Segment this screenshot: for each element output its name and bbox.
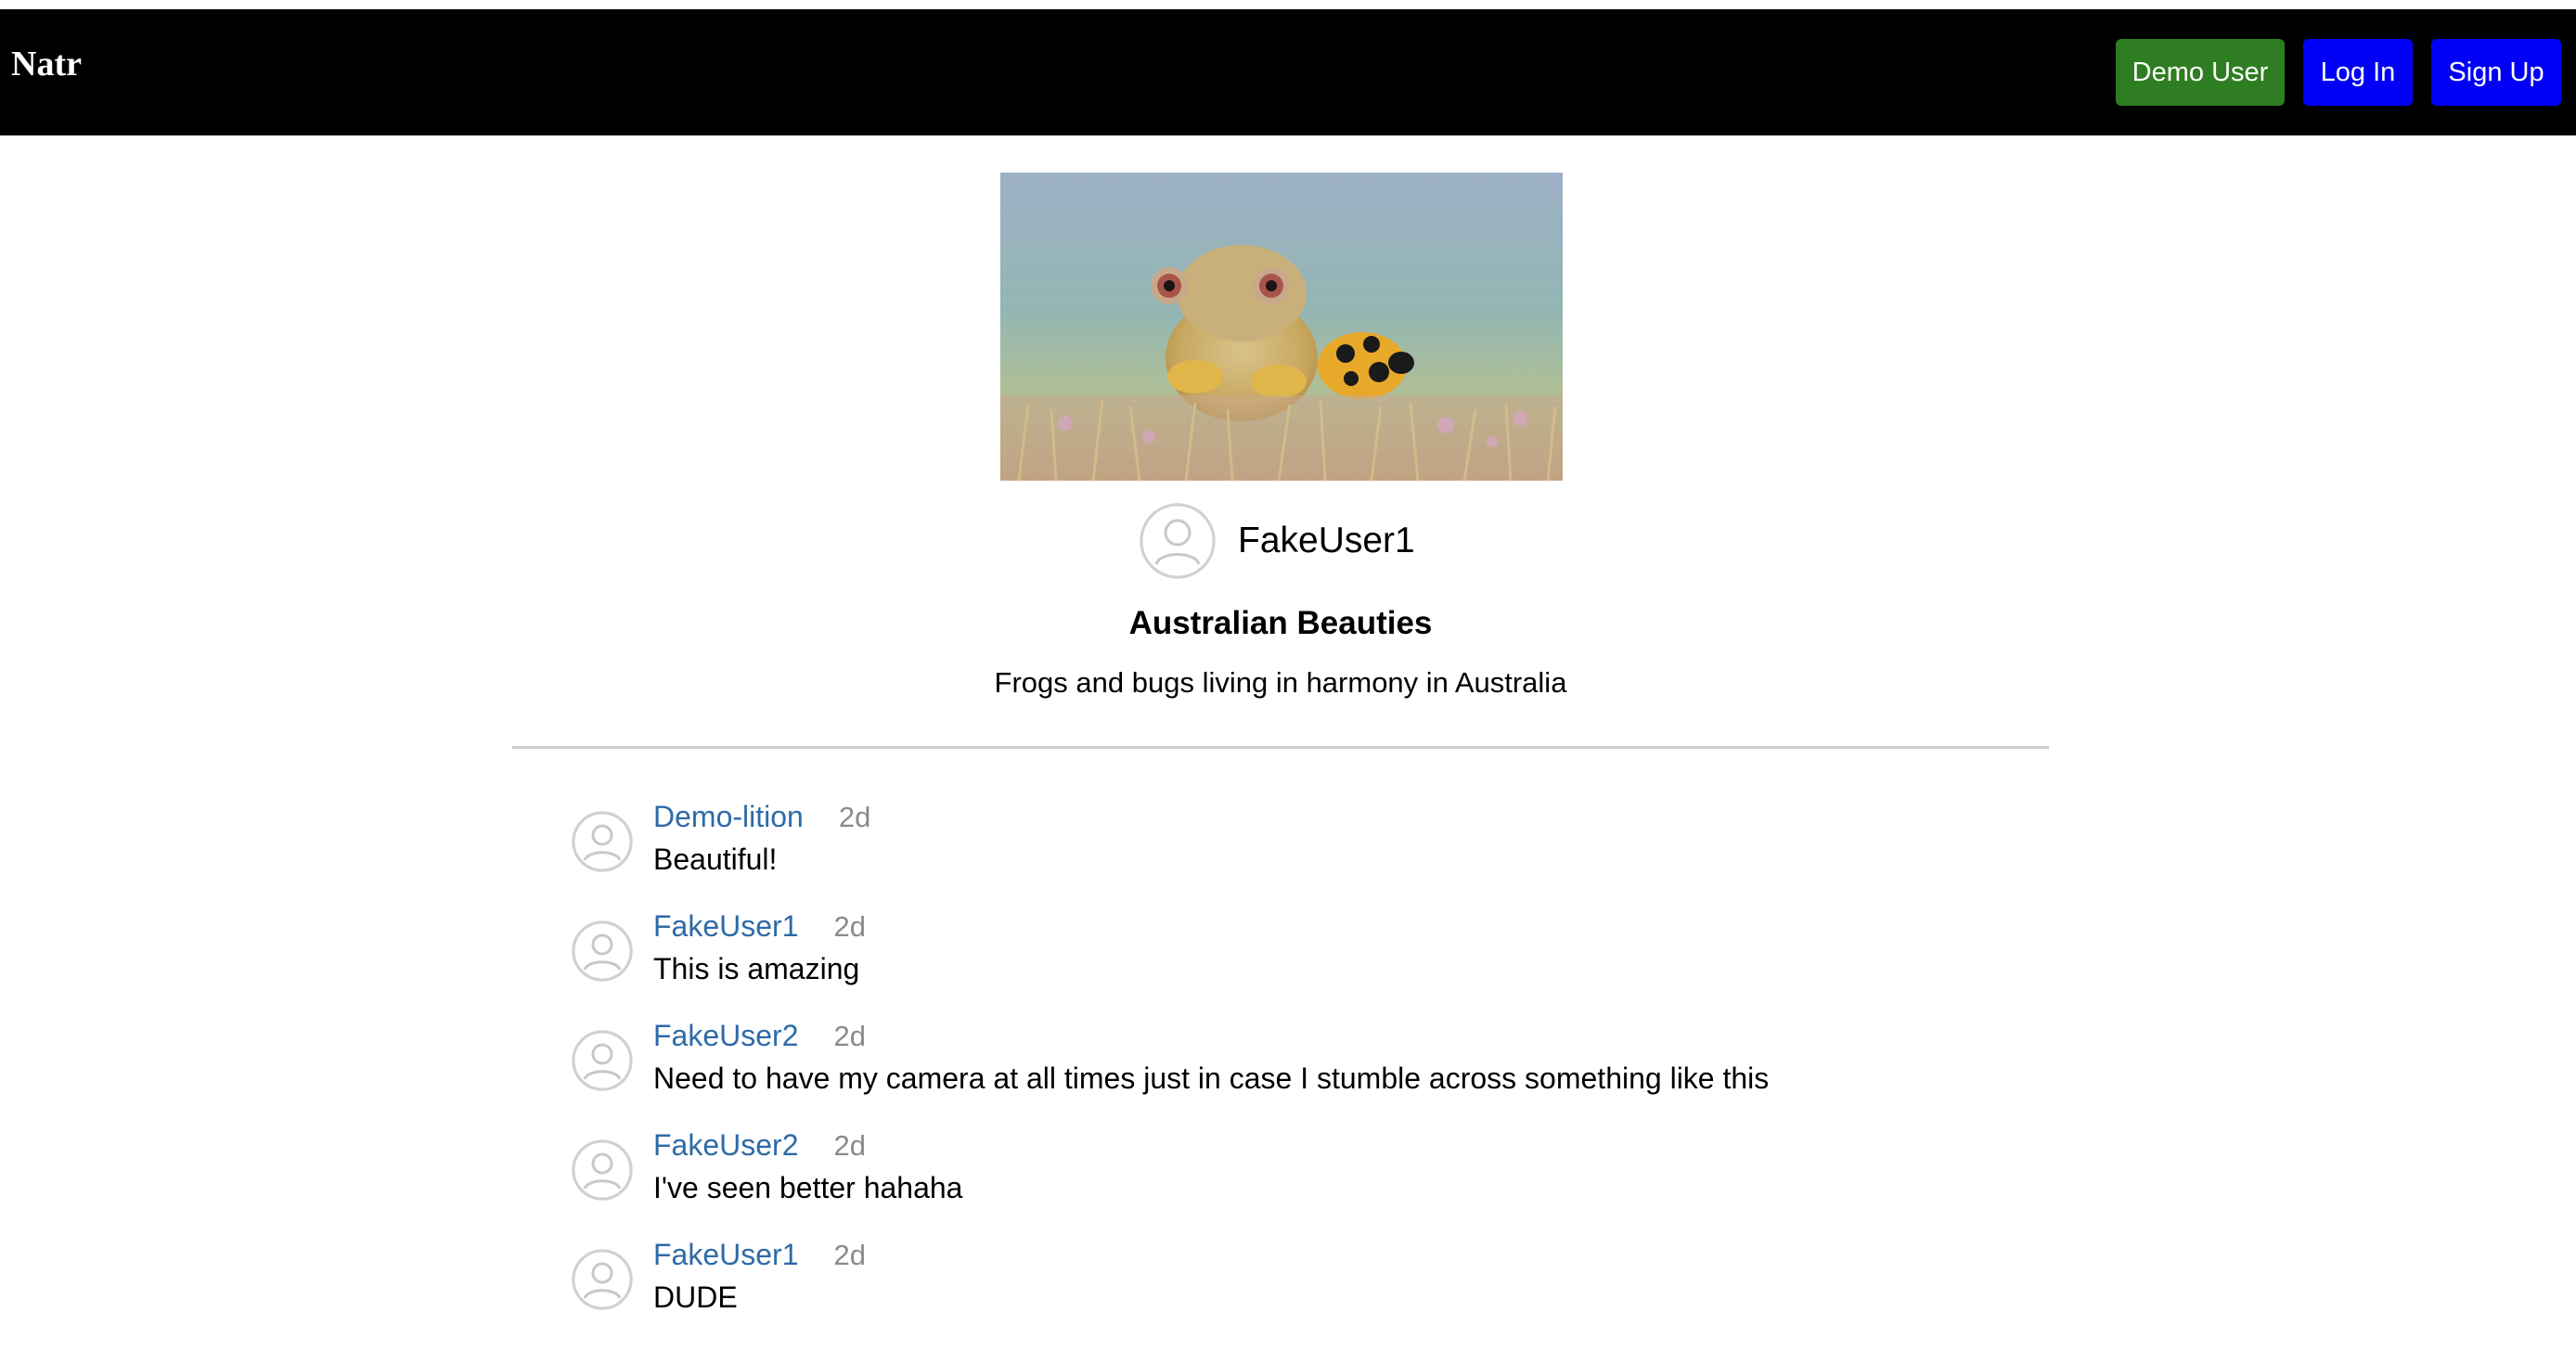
navbar: Natr Demo User Log In Sign Up <box>0 9 2576 135</box>
comment-timestamp: 2d <box>833 1020 866 1052</box>
comment-timestamp: 2d <box>833 1239 866 1271</box>
user-avatar-icon[interactable] <box>572 920 633 982</box>
comment-item: FakeUser2 2d Need to have my camera at al… <box>572 1019 2242 1128</box>
user-avatar-icon[interactable] <box>572 1030 633 1091</box>
comments-list: Demo-lition 2d Beautiful! FakeUser1 2d Thi… <box>572 800 2242 1347</box>
frog-and-ladybug-photo <box>1000 173 1563 481</box>
comment-timestamp: 2d <box>833 910 866 943</box>
user-avatar-icon[interactable] <box>1140 503 1216 579</box>
comment-item: FakeUser1 2d This is amazing <box>572 909 2242 1019</box>
comment-text: This is amazing <box>653 952 860 985</box>
user-avatar-icon[interactable] <box>572 1249 633 1310</box>
comment-item: FakeUser2 2d I've seen better hahaha <box>572 1128 2242 1238</box>
comment-text: Beautiful! <box>653 843 778 876</box>
user-avatar-icon[interactable] <box>572 811 633 872</box>
comment-text: DUDE <box>653 1280 738 1314</box>
sign-up-button[interactable]: Sign Up <box>2431 39 2561 106</box>
comment-item: Demo-lition 2d Beautiful! <box>572 800 2242 909</box>
log-in-button[interactable]: Log In <box>2303 39 2413 106</box>
comment-item: FakeUser1 2d DUDE <box>572 1238 2242 1347</box>
user-avatar-icon[interactable] <box>572 1139 633 1201</box>
comment-username[interactable]: FakeUser2 2d <box>653 1128 866 1163</box>
post-description: Frogs and bugs living in harmony in Aust… <box>994 666 1567 699</box>
comment-text: Need to have my camera at all times just… <box>653 1062 1770 1095</box>
comment-username[interactable]: FakeUser2 2d <box>653 1019 866 1053</box>
comment-timestamp: 2d <box>838 801 871 833</box>
comment-username[interactable]: FakeUser1 2d <box>653 909 866 944</box>
comment-timestamp: 2d <box>833 1129 866 1162</box>
demo-user-button[interactable]: Demo User <box>2116 39 2285 106</box>
page: Natr Demo User Log In Sign Up FakeUser1 … <box>0 0 2576 1364</box>
comment-text: I've seen better hahaha <box>653 1171 963 1204</box>
brand-logo[interactable]: Natr <box>11 46 82 82</box>
comment-username[interactable]: FakeUser1 2d <box>653 1238 866 1272</box>
post-photo[interactable] <box>1000 173 1563 481</box>
post-author: FakeUser1 <box>1140 501 1415 581</box>
post-title: Australian Beauties <box>1128 605 1433 641</box>
post-author-name[interactable]: FakeUser1 <box>1238 521 1415 561</box>
divider <box>512 746 2049 749</box>
comment-username[interactable]: Demo-lition 2d <box>653 800 870 834</box>
